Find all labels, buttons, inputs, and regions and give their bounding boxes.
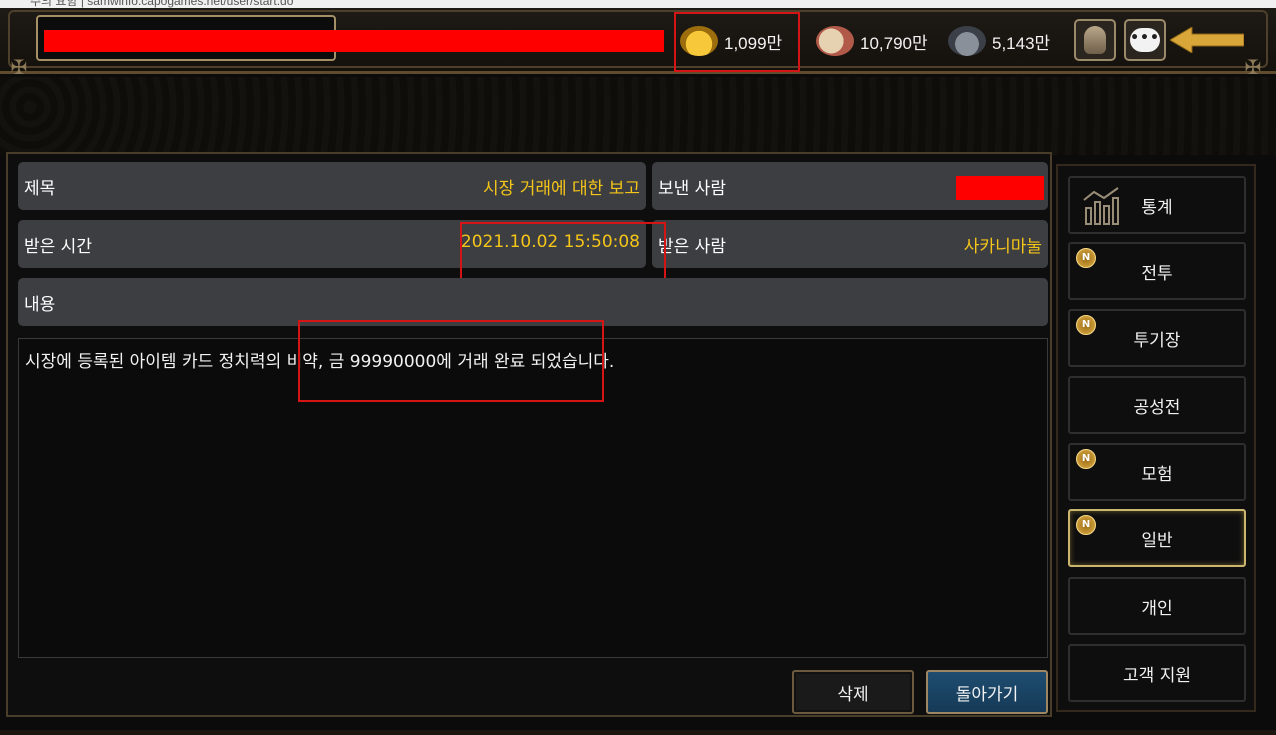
subject-label: 제목 [24, 179, 56, 199]
mail-category-menu: 통계 N 전투 N 투기장 공성전 N 모험 N 일반 개인 고객 지원 [1056, 164, 1256, 712]
menu-label-customer-support: 고객 지원 [1123, 665, 1191, 686]
content-header-row: 내용 [18, 278, 1048, 326]
redacted-player-info [44, 30, 664, 52]
subject-row: 제목 시장 거래에 대한 보고 [18, 162, 646, 210]
new-badge-icon: N [1076, 315, 1096, 335]
bottom-strip [0, 730, 1276, 735]
new-badge-icon: N [1076, 449, 1096, 469]
recipient-value: 사카니마눌 [963, 237, 1042, 257]
food-resource: 10,790만 [816, 24, 928, 58]
menu-item-battle[interactable]: N 전투 [1068, 242, 1246, 300]
mail-detail-panel: 제목 시장 거래에 대한 보고 보낸 사람 받은 시간 2021.10.02 1… [6, 152, 1052, 717]
menu-item-adventure[interactable]: N 모험 [1068, 443, 1246, 501]
highlight-box-gold [674, 12, 800, 72]
menu-item-customer-support[interactable]: 고객 지원 [1068, 644, 1246, 702]
menu-item-statistics[interactable]: 통계 [1068, 176, 1246, 234]
menu-item-siege[interactable]: 공성전 [1068, 376, 1246, 434]
background-pattern [0, 77, 1276, 155]
food-amount: 10,790만 [860, 33, 928, 53]
top-header: ✠ ✠ 1,099만 10,790만 5,143만 ••• [0, 8, 1276, 79]
back-button[interactable]: 돌아가기 [926, 670, 1048, 714]
sender-label: 보낸 사람 [658, 179, 726, 199]
highlight-box-price [298, 320, 604, 402]
menu-item-personal[interactable]: 개인 [1068, 577, 1246, 635]
menu-label-personal: 개인 [1141, 598, 1173, 619]
received-time-label: 받은 시간 [24, 237, 92, 257]
menu-label-general: 일반 [1141, 530, 1173, 551]
general-portrait-button[interactable] [1074, 19, 1116, 61]
ore-icon [948, 26, 986, 56]
food-icon [816, 26, 854, 56]
ore-amount: 5,143만 [992, 33, 1051, 53]
sender-row: 보낸 사람 [652, 162, 1048, 210]
menu-label-siege: 공성전 [1133, 397, 1181, 418]
redacted-sender [956, 176, 1044, 200]
menu-item-arena[interactable]: N 투기장 [1068, 309, 1246, 367]
arrow-left-icon [1170, 27, 1244, 53]
chat-bubble-icon: ••• [1130, 28, 1160, 52]
menu-label-arena: 투기장 [1133, 330, 1181, 351]
menu-label-statistics: 통계 [1141, 197, 1173, 218]
content-label: 내용 [24, 295, 56, 315]
subject-value: 시장 거래에 대한 보고 [483, 179, 640, 199]
new-badge-icon: N [1076, 515, 1096, 535]
menu-label-adventure: 모험 [1141, 464, 1173, 485]
browser-url-bar[interactable]: 주의 요함 | samwinfo.capogames.net/user/star… [0, 0, 1276, 8]
ore-resource: 5,143만 [948, 24, 1050, 58]
new-badge-icon: N [1076, 248, 1096, 268]
delete-button[interactable]: 삭제 [792, 670, 914, 714]
menu-item-general[interactable]: N 일반 [1068, 509, 1246, 567]
chart-icon [1083, 187, 1119, 225]
chat-button[interactable]: ••• [1124, 19, 1166, 61]
url-text: 주의 요함 | samwinfo.capogames.net/user/star… [30, 0, 294, 8]
menu-label-battle: 전투 [1141, 263, 1173, 284]
recipient-label: 받은 사람 [658, 237, 726, 257]
recipient-row: 받은 사람 사카니마눌 [652, 220, 1048, 268]
helmet-icon [1084, 26, 1106, 54]
highlight-box-time [460, 222, 666, 280]
